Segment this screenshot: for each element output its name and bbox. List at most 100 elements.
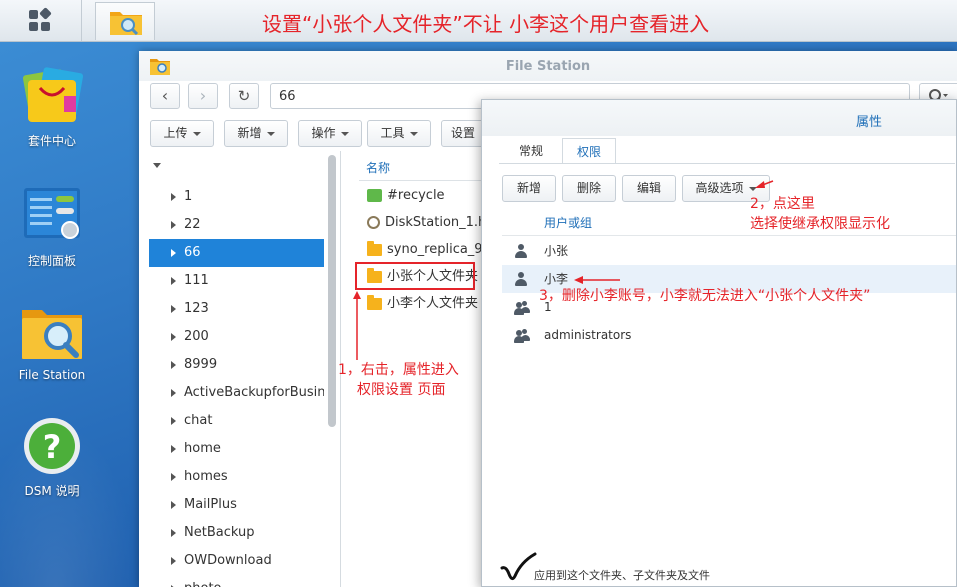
tree-item-label: home — [184, 441, 221, 456]
desktop-icon-package-center[interactable]: 套件中心 — [8, 66, 96, 149]
refresh-icon: ↻ — [237, 87, 251, 105]
folder-icon — [367, 294, 382, 310]
tree-item[interactable]: 1 — [149, 183, 324, 211]
tree-item-label: photo — [184, 581, 222, 587]
upload-label: 上传 — [163, 126, 188, 140]
tree-item[interactable]: photo — [149, 575, 324, 587]
tree-item-label: 123 — [184, 301, 209, 316]
column-header-name[interactable]: 名称 — [359, 155, 489, 181]
tree-item[interactable]: 123 — [149, 295, 324, 323]
tree-item[interactable]: NetBackup — [149, 519, 324, 547]
apply-to-subfolders-label[interactable]: 应用到这个文件夹、子文件夹及文件 — [502, 566, 956, 586]
tree-item[interactable]: 8999 — [149, 351, 324, 379]
tree-item[interactable]: home — [149, 435, 324, 463]
tree-item-label: chat — [184, 413, 213, 428]
expand-arrow-icon[interactable] — [171, 276, 176, 285]
help-icon: ? — [24, 418, 80, 474]
taskbar: 设置“小张个人文件夹”不让 小李这个用户查看进入 — [0, 0, 957, 42]
annotation-step1-line2: 权限设置 页面 — [357, 382, 446, 398]
tree-item[interactable]: homes — [149, 463, 324, 491]
tree-item[interactable]: chat — [149, 407, 324, 435]
chevron-down-icon — [340, 131, 349, 136]
tree-item-label: 22 — [184, 217, 201, 232]
permission-row[interactable]: 小张 — [502, 237, 956, 265]
chevron-down-icon — [266, 131, 275, 136]
expand-arrow-icon[interactable] — [171, 388, 176, 397]
annotation-step2-line1: 2，点这里 — [750, 196, 815, 212]
tree-item-label: 200 — [184, 329, 209, 344]
tree-item[interactable]: ActiveBackupforBusiness — [149, 379, 324, 407]
file-name: 小李个人文件夹 — [387, 296, 479, 311]
tree-item[interactable]: 200 — [149, 323, 324, 351]
chevron-left-icon: ‹ — [161, 86, 169, 105]
desktop-icon-file-station[interactable]: File Station — [8, 302, 96, 382]
tree-item[interactable]: OWDownload — [149, 547, 324, 575]
tree-item[interactable]: 111 — [149, 267, 324, 295]
package-center-icon — [22, 67, 84, 122]
tree-item[interactable]: MailPlus — [149, 491, 324, 519]
create-label: 新增 — [237, 126, 262, 140]
tree-item-label: homes — [184, 469, 228, 484]
main-menu-button[interactable] — [0, 0, 82, 41]
tutorial-banner-title: 设置“小张个人文件夹”不让 小李这个用户查看进入 — [262, 12, 710, 36]
upload-button[interactable]: 上传 — [150, 120, 214, 147]
tree-item-label: NetBackup — [184, 525, 255, 540]
main-menu-icon — [29, 7, 52, 32]
settings-button[interactable]: 设置 — [441, 120, 485, 147]
taskbar-file-station-button[interactable] — [95, 2, 155, 40]
tree-scrollbar[interactable] — [328, 155, 336, 427]
desktop-icon-control-panel[interactable]: 控制面板 — [8, 186, 96, 269]
tools-button[interactable]: 工具 — [367, 120, 431, 147]
forward-button[interactable]: › — [188, 83, 218, 109]
file-row[interactable]: #recycle — [359, 182, 499, 209]
file-row[interactable]: syno_replica_9c — [359, 236, 499, 263]
file-row[interactable]: DiskStation_1.hbk — [359, 209, 499, 236]
file-station-icon — [110, 12, 142, 36]
tab-permissions[interactable]: 权限 — [562, 138, 616, 164]
tree-item-label: 66 — [184, 245, 201, 260]
expand-arrow-icon[interactable] — [171, 192, 176, 201]
expand-arrow-icon[interactable] — [171, 360, 176, 369]
refresh-button[interactable]: ↻ — [229, 83, 259, 109]
desktop-icon-label: 控制面板 — [27, 254, 76, 268]
tree-item[interactable]: 22 — [149, 211, 324, 239]
expand-arrow-icon[interactable] — [171, 248, 176, 257]
chevron-down-icon — [748, 186, 757, 191]
expand-arrow-icon[interactable] — [153, 163, 161, 168]
desktop-icon-dsm-help[interactable]: ? DSM 说明 — [8, 416, 96, 499]
expand-arrow-icon[interactable] — [171, 304, 176, 313]
expand-arrow-icon[interactable] — [171, 500, 176, 509]
tree-item-label: OWDownload — [184, 553, 272, 568]
file-station-icon — [22, 310, 82, 359]
create-button[interactable]: 新增 — [224, 120, 288, 147]
add-button[interactable]: 新增 — [502, 175, 556, 202]
action-label: 操作 — [311, 126, 336, 140]
back-button[interactable]: ‹ — [150, 83, 180, 109]
expand-arrow-icon[interactable] — [171, 220, 176, 229]
chevron-down-icon — [192, 131, 201, 136]
folder-tree: 1 22 66 111 123 200 8999 ActiveBackupfor… — [139, 151, 337, 587]
backup-file-icon — [367, 216, 380, 229]
tab-general[interactable]: 常规 — [504, 138, 558, 164]
file-row[interactable]: 小李个人文件夹 — [359, 290, 499, 317]
dialog-titlebar[interactable]: 属性 — [482, 100, 956, 136]
annotation-step1-line1: 1，右击，属性进入 — [338, 362, 459, 378]
expand-arrow-icon[interactable] — [171, 416, 176, 425]
expand-arrow-icon[interactable] — [171, 556, 176, 565]
action-button[interactable]: 操作 — [298, 120, 362, 147]
expand-arrow-icon[interactable] — [171, 444, 176, 453]
expand-arrow-icon[interactable] — [171, 528, 176, 537]
edit-button[interactable]: 编辑 — [622, 175, 676, 202]
advanced-options-label: 高级选项 — [695, 181, 744, 195]
tree-item-selected[interactable]: 66 — [149, 239, 324, 267]
file-station-titlebar[interactable]: File Station — [139, 51, 957, 81]
expand-arrow-icon[interactable] — [171, 332, 176, 341]
tree-item-label: MailPlus — [184, 497, 237, 512]
delete-button[interactable]: 删除 — [562, 175, 616, 202]
annotation-highlight-box — [355, 262, 475, 290]
expand-arrow-icon[interactable] — [171, 472, 176, 481]
permission-row[interactable]: administrators — [502, 321, 956, 349]
settings-label: 设置 — [450, 126, 475, 140]
desktop-icon-label: 套件中心 — [27, 134, 76, 148]
group-icon — [514, 300, 530, 315]
